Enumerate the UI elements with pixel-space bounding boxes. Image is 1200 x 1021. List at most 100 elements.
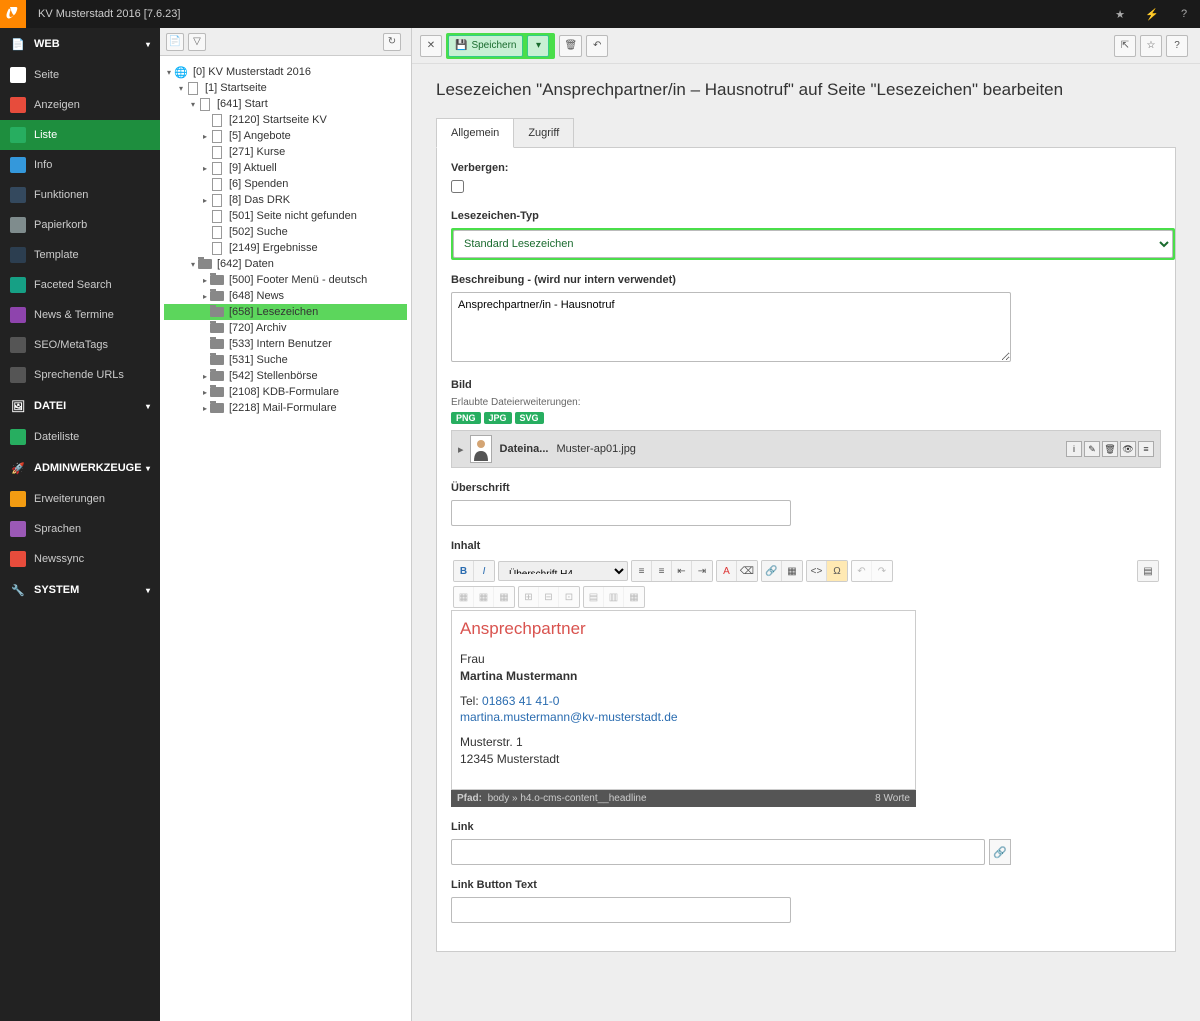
tree-node[interactable]: ▾[642] Daten [164, 256, 407, 272]
tree-node[interactable]: [2120] Startseite KV [164, 112, 407, 128]
rte-block-format-select[interactable]: Überschrift H4 [498, 561, 628, 581]
sidebar-section-head[interactable]: 🔧SYSTEM▾ [0, 574, 160, 606]
rte-tbl-8: ▥ [604, 587, 624, 607]
rte-tbl-9: ▦ [624, 587, 644, 607]
tree-node[interactable]: [271] Kurse [164, 144, 407, 160]
rte-source-icon[interactable]: <> [807, 561, 827, 581]
rte-indent-icon[interactable]: ⇥ [692, 561, 712, 581]
sidebar-item[interactable]: Template [0, 240, 160, 270]
tab-bar: AllgemeinZugriff [436, 118, 1176, 148]
sidebar-item[interactable]: Newssync [0, 544, 160, 574]
rte-editor[interactable]: Ansprechpartner Frau Martina Mustermann … [451, 610, 916, 790]
delete-button[interactable]: 🗑 [559, 35, 582, 57]
tree-node[interactable]: ▸[9] Aktuell [164, 160, 407, 176]
open-new-window-icon[interactable]: ⇱ [1114, 35, 1136, 57]
tree-node[interactable]: [2149] Ergebnisse [164, 240, 407, 256]
sidebar-item[interactable]: Info [0, 150, 160, 180]
tree-node[interactable]: [533] Intern Benutzer [164, 336, 407, 352]
tree-node[interactable]: ▸[8] Das DRK [164, 192, 407, 208]
save-button[interactable]: 💾 Speichern [448, 35, 523, 57]
rte-table-icon[interactable]: ▦ [782, 561, 802, 581]
page-icon [210, 145, 224, 159]
rte-textcolor-icon[interactable]: A [717, 561, 737, 581]
tree-node[interactable]: [501] Seite nicht gefunden [164, 208, 407, 224]
sidebar-section-head[interactable]: 📄WEB▾ [0, 28, 160, 60]
sidebar-item[interactable]: SEO/MetaTags [0, 330, 160, 360]
link-wizard-icon[interactable]: 🔗 [989, 839, 1011, 865]
rte-bold-icon[interactable]: B [454, 561, 474, 581]
tree-node[interactable]: ▸[2108] KDB-Formulare [164, 384, 407, 400]
tree-node[interactable]: ▸[542] Stellenbörse [164, 368, 407, 384]
module-icon [10, 491, 26, 507]
rte-special-char-icon[interactable]: Ω [827, 561, 847, 581]
rte-ol-icon[interactable]: ≡ [632, 561, 652, 581]
tree-node[interactable]: ▾🌐[0] KV Musterstadt 2016 [164, 64, 407, 80]
link-input[interactable] [451, 839, 985, 865]
page-icon [210, 225, 224, 239]
sidebar-item[interactable]: Seite [0, 60, 160, 90]
sidebar-item[interactable]: Faceted Search [0, 270, 160, 300]
sidebar-item[interactable]: Sprachen [0, 514, 160, 544]
page-icon [210, 209, 224, 223]
tab[interactable]: Zugriff [513, 118, 574, 147]
bookmark-button[interactable]: ☆ [1140, 35, 1162, 57]
tree-node[interactable]: ▾[1] Startseite [164, 80, 407, 96]
tree-node[interactable]: [502] Suche [164, 224, 407, 240]
flash-icon[interactable]: ⚡ [1136, 0, 1168, 28]
sidebar-item[interactable]: Sprechende URLs [0, 360, 160, 390]
hide-checkbox[interactable] [451, 180, 464, 193]
file-info-icon[interactable]: i [1066, 441, 1082, 457]
rte-tel-link[interactable]: 01863 41 41-0 [482, 694, 559, 708]
tree-node[interactable]: [720] Archiv [164, 320, 407, 336]
rte-fullscreen-icon[interactable]: ▤ [1138, 561, 1158, 581]
tree-node[interactable]: ▸[500] Footer Menü - deutsch [164, 272, 407, 288]
link-button-text-input[interactable] [451, 897, 791, 923]
rte-clear-format-icon[interactable]: ⌫ [737, 561, 757, 581]
type-select[interactable]: Standard Lesezeichen [453, 230, 1173, 258]
file-reference-row: ▸ Dateina... Muster-ap01.jpg i ✎ 🗑 👁 ≡ [451, 430, 1161, 468]
sidebar-item[interactable]: Funktionen [0, 180, 160, 210]
bookmark-icon[interactable]: ★ [1104, 0, 1136, 28]
sidebar-item[interactable]: Anzeigen [0, 90, 160, 120]
rte-italic-icon[interactable]: I [474, 561, 494, 581]
expand-file-icon[interactable]: ▸ [458, 443, 464, 456]
file-hide-icon[interactable]: 👁 [1120, 441, 1136, 457]
tree-node[interactable]: ▾[641] Start [164, 96, 407, 112]
tree-node[interactable]: ▸[648] News [164, 288, 407, 304]
close-button[interactable]: ✕ [420, 35, 442, 57]
desc-textarea[interactable]: Ansprechpartner/in - Hausnotruf [451, 292, 1011, 362]
rte-redo-icon[interactable]: ↷ [872, 561, 892, 581]
help-icon[interactable]: ? [1168, 0, 1200, 28]
sidebar-item[interactable]: Liste [0, 120, 160, 150]
file-edit-icon[interactable]: ✎ [1084, 441, 1100, 457]
sidebar-section-head[interactable]: 🖼DATEI▾ [0, 390, 160, 422]
rte-outdent-icon[interactable]: ⇤ [672, 561, 692, 581]
tree-node[interactable]: ▸[2218] Mail-Formulare [164, 400, 407, 416]
file-drag-icon[interactable]: ≡ [1138, 441, 1154, 457]
tree-node[interactable]: [6] Spenden [164, 176, 407, 192]
sidebar-section-head[interactable]: 🚀ADMINWERKZEUGE▾ [0, 452, 160, 484]
refresh-icon[interactable]: ↻ [383, 33, 401, 51]
content-area: ✕ 💾 Speichern ▾ 🗑 ↶ ⇱ ☆ ? Lesezeichen "A… [412, 28, 1200, 1021]
page-icon [210, 193, 224, 207]
sidebar-item[interactable]: Papierkorb [0, 210, 160, 240]
typo3-logo[interactable] [0, 0, 26, 28]
tab[interactable]: Allgemein [436, 118, 514, 148]
rte-email-link[interactable]: martina.mustermann@kv-musterstadt.de [460, 710, 678, 724]
filter-icon[interactable]: ▽ [188, 33, 206, 51]
file-delete-icon[interactable]: 🗑 [1102, 441, 1118, 457]
tree-node[interactable]: [658] Lesezeichen [164, 304, 407, 320]
sidebar-item[interactable]: Erweiterungen [0, 484, 160, 514]
rte-link-icon[interactable]: 🔗 [762, 561, 782, 581]
sidebar-item[interactable]: Dateiliste [0, 422, 160, 452]
heading-input[interactable] [451, 500, 791, 526]
context-help-button[interactable]: ? [1166, 35, 1188, 57]
sidebar-item[interactable]: News & Termine [0, 300, 160, 330]
save-dropdown[interactable]: ▾ [527, 35, 549, 57]
new-page-icon[interactable]: 📄 [166, 33, 184, 51]
tree-node[interactable]: [531] Suche [164, 352, 407, 368]
undo-button[interactable]: ↶ [586, 35, 608, 57]
tree-node[interactable]: ▸[5] Angebote [164, 128, 407, 144]
rte-ul-icon[interactable]: ≡ [652, 561, 672, 581]
rte-undo-icon[interactable]: ↶ [852, 561, 872, 581]
